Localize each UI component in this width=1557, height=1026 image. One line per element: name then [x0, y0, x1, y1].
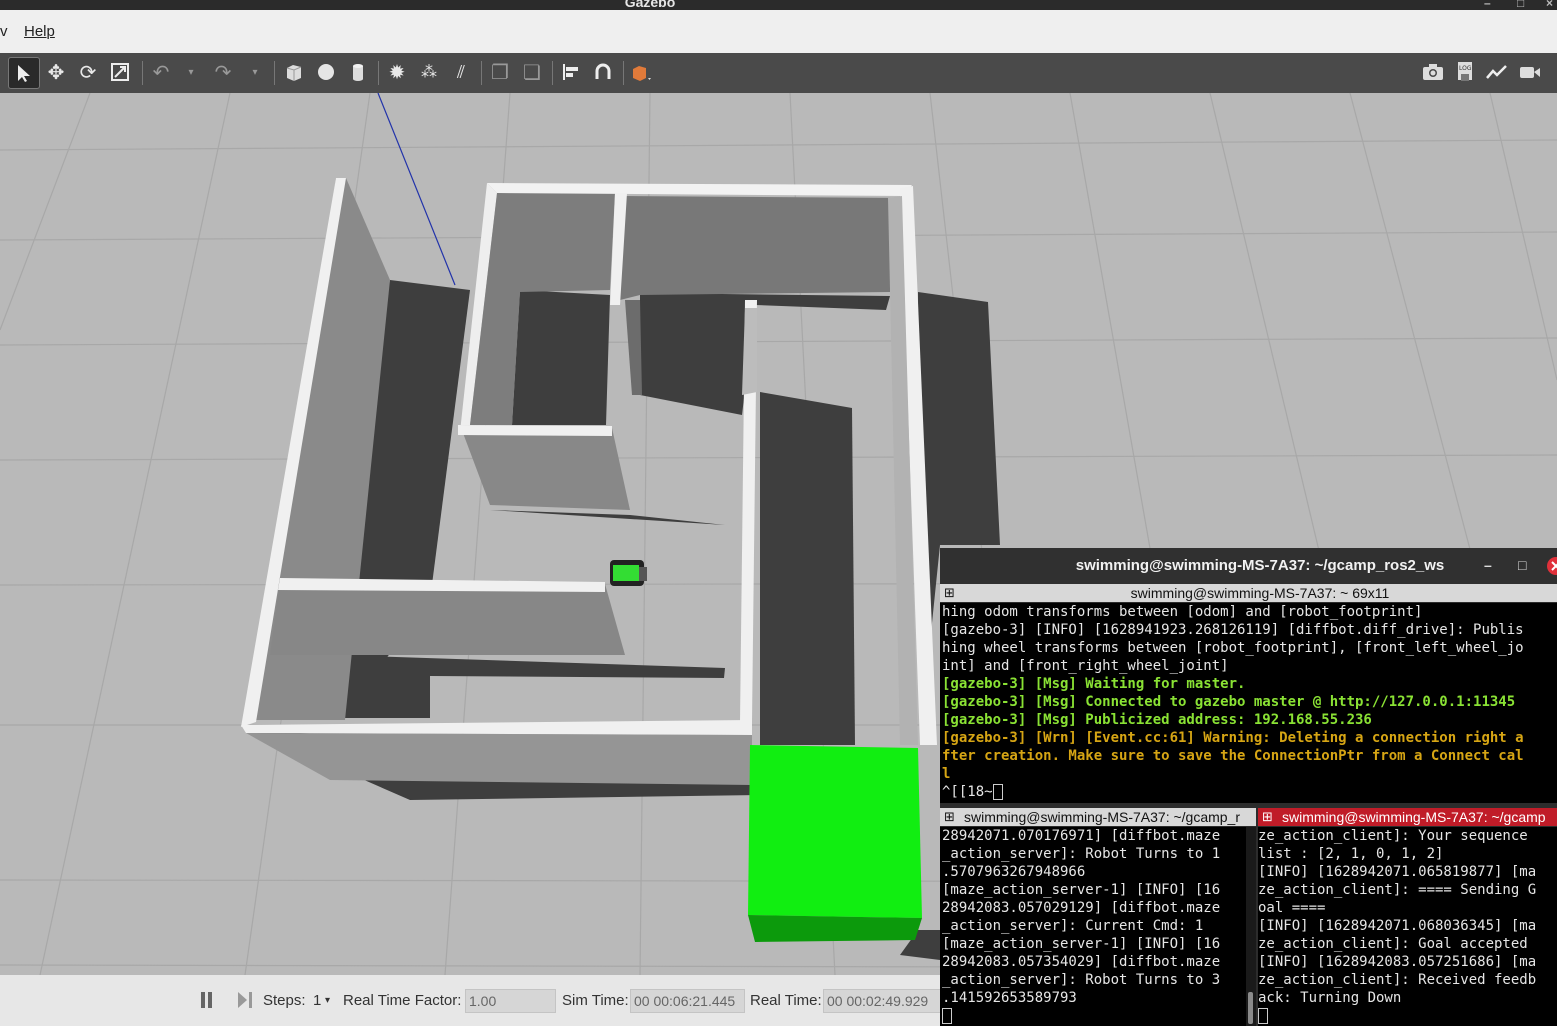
- pane-grid-icon: ⊞: [944, 809, 955, 824]
- terminal-line: ze_action_client]: ==== Sending G: [1258, 882, 1537, 898]
- record-video-icon[interactable]: [1515, 57, 1545, 87]
- terminal-line: list : [2, 1, 0, 1, 2]: [1258, 846, 1444, 862]
- svg-text:LOG: LOG: [1459, 65, 1472, 72]
- terminal-line: ack: Turning Down: [1258, 990, 1402, 1006]
- plot-icon[interactable]: [1482, 57, 1512, 87]
- steps-label: Steps:: [263, 992, 306, 1009]
- terminal-window[interactable]: swimming@swimming-MS-7A37: ~/gcamp_ros2_…: [940, 548, 1557, 1026]
- terminal-line: [maze_action_server-1] [INFO] [16: [942, 882, 1221, 898]
- paste-icon[interactable]: ❏: [517, 57, 547, 87]
- terminal-cursor: [1258, 1008, 1268, 1024]
- terminal-line: 28942083.057354029] [diffbot.maze: [942, 954, 1221, 970]
- undo-dropdown-icon[interactable]: ▾: [176, 57, 206, 87]
- spot-light-icon[interactable]: ⁂: [414, 57, 444, 87]
- steps-spinbox[interactable]: 1: [313, 992, 321, 1009]
- real-time-value: 00 00:02:49.929: [823, 989, 941, 1013]
- terminal-line: _action_server]: Robot Turns to 3: [942, 972, 1221, 988]
- terminal-line: ze_action_client]: Goal accepted: [1258, 936, 1528, 952]
- select-arrow-icon[interactable]: [8, 57, 40, 89]
- rtf-label: Real Time Factor:: [343, 992, 462, 1009]
- align-icon[interactable]: [556, 57, 586, 87]
- right-pane-title-bar[interactable]: ⊞ swimming@swimming-MS-7A37: ~/gcamp: [1258, 808, 1557, 826]
- terminal-line: .5707963267948966: [942, 864, 1086, 880]
- terminal-title: swimming@swimming-MS-7A37: ~/gcamp_ros2_…: [1075, 557, 1445, 574]
- scale-icon[interactable]: [105, 57, 135, 87]
- terminal-line: 28942083.057029129] [diffbot.maze: [942, 900, 1221, 916]
- terminal-line: ^[[18~: [942, 783, 1557, 801]
- left-pane-title: swimming@swimming-MS-7A37: ~/gcamp_r: [964, 809, 1241, 825]
- close-icon[interactable]: ×: [1546, 0, 1553, 10]
- window-title-bar: Gazebo – □ ×: [0, 0, 1557, 10]
- terminal-line: ze_action_client]: Received feedb: [1258, 972, 1537, 988]
- undo-icon[interactable]: ↶: [146, 57, 176, 87]
- top-pane-title-bar[interactable]: ⊞ swimming@swimming-MS-7A37: ~ 69x11: [940, 584, 1557, 602]
- redo-dropdown-icon[interactable]: ▾: [240, 57, 270, 87]
- terminal-line: fter creation. Make sure to save the Con…: [942, 748, 1524, 764]
- screenshot-icon[interactable]: [1418, 57, 1448, 87]
- terminal-prompt-line: [942, 1007, 1248, 1025]
- sim-time-label: Sim Time:: [562, 992, 629, 1009]
- terminal-line: [gazebo-3] [Wrn] [Event.cc:61] Warning: …: [942, 730, 1524, 746]
- toolbar: ✥ ⟳ ↶ ▾ ↷ ▾ ✹ ⁂ ⫽ ❐ ❏ LOG: [0, 53, 1557, 93]
- terminal-line: 28942071.070176971] [diffbot.maze: [942, 828, 1221, 844]
- box-icon[interactable]: [279, 57, 309, 87]
- left-terminal-pane[interactable]: 28942071.070176971] [diffbot.maze _action…: [940, 827, 1248, 1026]
- menu-view[interactable]: v: [0, 23, 8, 40]
- terminal-cursor: [942, 1008, 952, 1024]
- terminal-line: .141592653589793: [942, 990, 1077, 1006]
- terminal-line: hing odom transforms between [odom] and …: [942, 604, 1423, 620]
- terminal-cursor: [992, 784, 1003, 800]
- terminal-line: [INFO] [1628942071.065819877] [ma: [1258, 864, 1537, 880]
- redo-icon[interactable]: ↷: [208, 57, 238, 87]
- top-terminal-pane[interactable]: hing odom transforms between [odom] and …: [940, 603, 1557, 803]
- menu-help[interactable]: Help: [24, 23, 55, 40]
- terminal-line: [maze_action_server-1] [INFO] [16: [942, 936, 1221, 952]
- menu-bar: v Help: [0, 10, 1557, 54]
- real-time-label: Real Time:: [750, 992, 822, 1009]
- right-pane-title: swimming@swimming-MS-7A37: ~/gcamp: [1282, 809, 1546, 825]
- sim-time-value: 00 00:06:21.445: [630, 989, 745, 1013]
- left-pane-title-bar[interactable]: ⊞ swimming@swimming-MS-7A37: ~/gcamp_r: [940, 808, 1256, 826]
- terminal-line: ze_action_client]: Your sequence: [1258, 828, 1528, 844]
- terminal-line: [gazebo-3] [Msg] Connected to gazebo mas…: [942, 694, 1516, 710]
- terminal-close-icon[interactable]: [1546, 556, 1557, 580]
- terminal-title-bar[interactable]: swimming@swimming-MS-7A37: ~/gcamp_ros2_…: [940, 548, 1557, 584]
- terminal-line: [INFO] [1628942083.057251686] [ma: [1258, 954, 1537, 970]
- snap-icon[interactable]: [588, 57, 618, 87]
- terminal-line: [INFO] [1628942071.068036345] [ma: [1258, 918, 1537, 934]
- right-terminal-pane[interactable]: ze_action_client]: Your sequence list : […: [1258, 827, 1557, 1026]
- terminal-maximize-icon[interactable]: □: [1518, 557, 1526, 573]
- directional-light-icon[interactable]: ⫽: [446, 57, 476, 87]
- sphere-icon[interactable]: [311, 57, 341, 87]
- terminal-line: [gazebo-3] [INFO] [1628941923.268126119]…: [942, 622, 1524, 638]
- chevron-down-icon[interactable]: ▾: [325, 995, 330, 1006]
- rtf-value: 1.00: [465, 989, 556, 1013]
- log-icon[interactable]: LOG: [1450, 57, 1480, 87]
- pane-grid-icon: ⊞: [1262, 809, 1273, 824]
- rotate-icon[interactable]: ⟳: [73, 57, 103, 87]
- cylinder-icon[interactable]: [343, 57, 373, 87]
- terminal-minimize-icon[interactable]: –: [1484, 557, 1492, 573]
- terminal-line: _action_server]: Robot Turns to 1: [942, 846, 1221, 862]
- terminal-line: int] and [front_right_wheel_joint]: [942, 658, 1229, 674]
- terminal-line: [gazebo-3] [Msg] Waiting for master.: [942, 676, 1246, 692]
- terminal-line: oal ====: [1258, 900, 1326, 916]
- minimize-icon[interactable]: –: [1484, 0, 1491, 10]
- translate-icon[interactable]: ✥: [41, 57, 71, 87]
- window-title: Gazebo: [624, 0, 676, 10]
- terminal-line: hing wheel transforms between [robot_foo…: [942, 640, 1524, 656]
- point-light-icon[interactable]: ✹: [382, 57, 412, 87]
- terminal-line: l: [942, 766, 951, 782]
- terminal-line: _action_server]: Current Cmd: 1: [942, 918, 1204, 934]
- copy-icon[interactable]: ❐: [485, 57, 515, 87]
- terminal-prompt-line: [1258, 1007, 1557, 1025]
- left-pane-scrollbar[interactable]: [1246, 827, 1256, 1026]
- view-angle-icon[interactable]: [628, 57, 658, 87]
- terminal-line: [gazebo-3] [Msg] Publicized address: 192…: [942, 712, 1372, 728]
- top-pane-title: swimming@swimming-MS-7A37: ~ 69x11: [1130, 585, 1390, 601]
- step-forward-icon[interactable]: [236, 991, 254, 1014]
- maximize-icon[interactable]: □: [1517, 0, 1524, 10]
- pause-icon[interactable]: [199, 991, 215, 1014]
